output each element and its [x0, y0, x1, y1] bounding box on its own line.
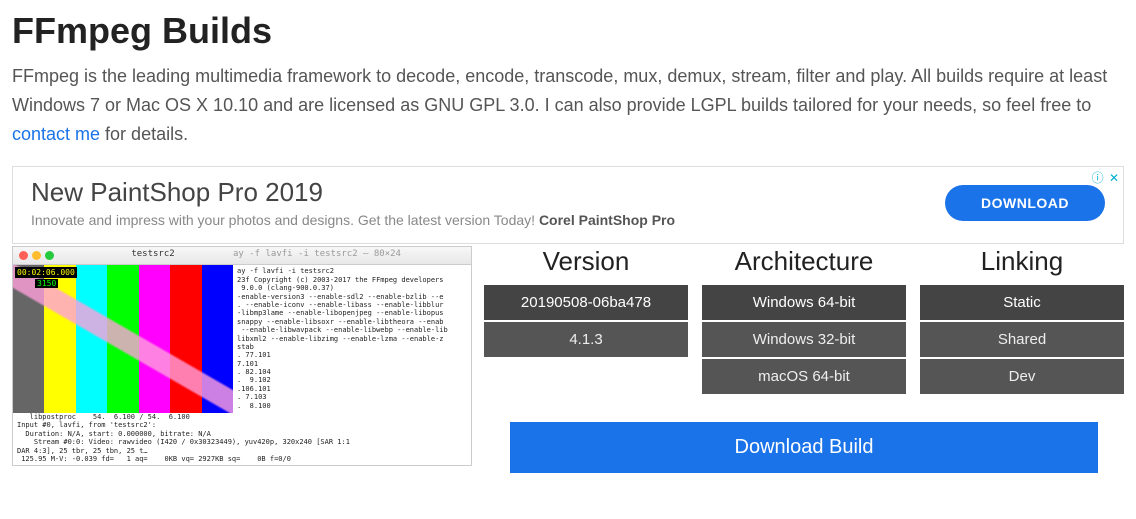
version-header: Version: [484, 246, 688, 277]
desc-text-b: for details.: [100, 124, 188, 144]
window-title-1: testsrc2: [73, 247, 233, 264]
linking-option[interactable]: Shared: [920, 322, 1124, 357]
architecture-header: Architecture: [702, 246, 906, 277]
version-option[interactable]: 20190508-06ba478: [484, 285, 688, 320]
desc-text-a: FFmpeg is the leading multimedia framewo…: [12, 66, 1107, 115]
color-bars: 00:02:06.000 3150: [13, 265, 233, 413]
terminal-output: ay -f lavfi -i testsrc2 23f Copyright (c…: [233, 265, 471, 413]
window-title-2: ay -f lavfi -i testsrc2 — 80×24: [233, 247, 471, 264]
architecture-column: Architecture Windows 64-bit Windows 32-b…: [702, 246, 906, 396]
ad-subtitle: Innovate and impress with your photos an…: [31, 212, 675, 228]
ad-info-icon[interactable]: ⓘ: [1092, 171, 1104, 185]
terminal-screenshot: testsrc2 ay -f lavfi -i testsrc2 — 80×24…: [12, 246, 472, 466]
contact-link[interactable]: contact me: [12, 124, 100, 144]
arch-option[interactable]: Windows 32-bit: [702, 322, 906, 357]
build-options: Version 20190508-06ba478 4.1.3 Architect…: [484, 246, 1124, 473]
timecode: 00:02:06.000: [15, 267, 77, 278]
page-title: FFmpeg Builds: [12, 10, 1124, 52]
linking-option[interactable]: Static: [920, 285, 1124, 320]
version-column: Version 20190508-06ba478 4.1.3: [484, 246, 688, 396]
arch-option[interactable]: Windows 64-bit: [702, 285, 906, 320]
frame-number: 3150: [35, 279, 58, 288]
ad-controls: ⓘ ✕: [1090, 169, 1119, 186]
download-build-button[interactable]: Download Build: [510, 422, 1098, 473]
ad-title: New PaintShop Pro 2019: [31, 177, 675, 208]
window-max-icon: [45, 251, 54, 260]
linking-option[interactable]: Dev: [920, 359, 1124, 394]
linking-column: Linking Static Shared Dev: [920, 246, 1124, 396]
ad-download-button[interactable]: DOWNLOAD: [945, 185, 1105, 221]
version-option[interactable]: 4.1.3: [484, 322, 688, 357]
window-min-icon: [32, 251, 41, 260]
ad-close-icon[interactable]: ✕: [1109, 171, 1119, 185]
page-description: FFmpeg is the leading multimedia framewo…: [12, 62, 1124, 148]
window-close-icon: [19, 251, 28, 260]
arch-option[interactable]: macOS 64-bit: [702, 359, 906, 394]
terminal-bottom: libpostproc 54. 6.100 / 54. 6.100 Input …: [13, 413, 471, 465]
ad-banner[interactable]: ⓘ ✕ New PaintShop Pro 2019 Innovate and …: [12, 166, 1124, 244]
linking-header: Linking: [920, 246, 1124, 277]
